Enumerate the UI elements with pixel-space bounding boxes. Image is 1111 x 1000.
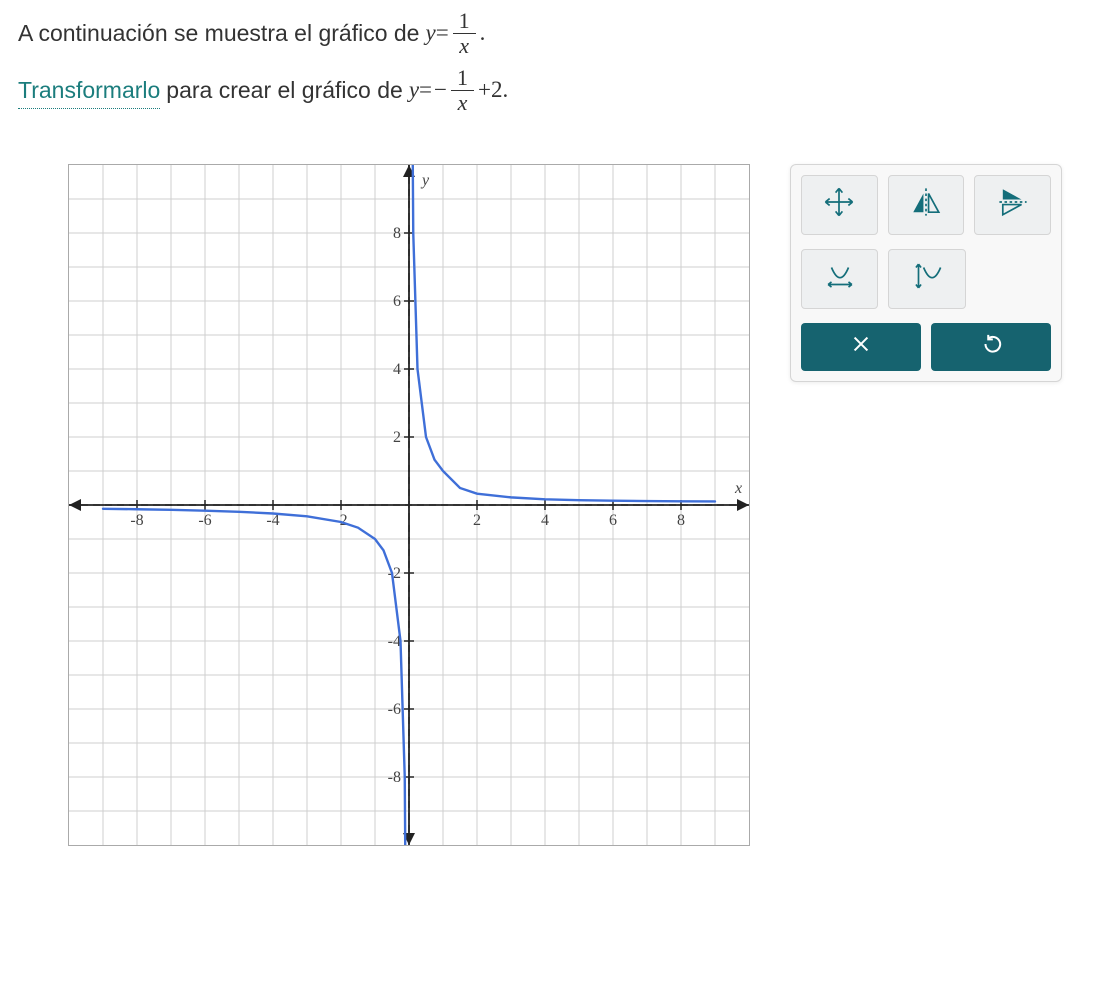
equation-1: y = 1 x .	[425, 10, 485, 57]
tool-stretch-vertical[interactable]	[888, 249, 965, 309]
undo-button[interactable]	[931, 323, 1051, 371]
svg-text:-6: -6	[198, 512, 211, 529]
svg-text:-6: -6	[388, 701, 401, 718]
tool-translate[interactable]	[801, 175, 878, 235]
curve-left-branch[interactable]	[103, 509, 405, 845]
close-icon	[850, 333, 872, 361]
tool-stretch-horizontal[interactable]	[801, 249, 878, 309]
move-arrows-icon	[822, 185, 856, 225]
text-line2-mid: para crear el gráfico de	[166, 72, 403, 109]
equation-2: y = − 1 x +2 .	[409, 67, 508, 114]
svg-text:4: 4	[541, 512, 549, 529]
stretch-vertical-icon	[910, 259, 944, 299]
problem-statement: A continuación se muestra el gráfico de …	[18, 10, 1062, 114]
reflect-horizontal-icon	[996, 185, 1030, 225]
svg-text:8: 8	[677, 512, 685, 529]
tool-reflect-vertical[interactable]	[888, 175, 965, 235]
graph-canvas[interactable]: -8 -6 -4 -2 2 4 6 8 8 6 4 2 -2 -4 -6	[68, 164, 750, 846]
glossary-link-transformarlo[interactable]: Transformarlo	[18, 72, 160, 110]
delete-button[interactable]	[801, 323, 921, 371]
reflect-vertical-icon	[909, 185, 943, 225]
curve-right-branch[interactable]	[413, 165, 715, 501]
svg-text:8: 8	[393, 225, 401, 242]
svg-text:2: 2	[473, 512, 481, 529]
svg-text:2: 2	[393, 429, 401, 446]
svg-text:-8: -8	[388, 769, 401, 786]
tool-reflect-horizontal[interactable]	[974, 175, 1051, 235]
svg-text:x: x	[734, 480, 742, 497]
transform-toolbox	[790, 164, 1062, 382]
text-line1-prefix: A continuación se muestra el gráfico de	[18, 15, 419, 52]
svg-text:-8: -8	[130, 512, 143, 529]
svg-text:6: 6	[609, 512, 617, 529]
stretch-horizontal-icon	[823, 259, 857, 299]
svg-text:y: y	[420, 172, 430, 189]
undo-icon	[980, 333, 1002, 361]
svg-text:4: 4	[393, 361, 401, 378]
svg-text:6: 6	[393, 293, 401, 310]
